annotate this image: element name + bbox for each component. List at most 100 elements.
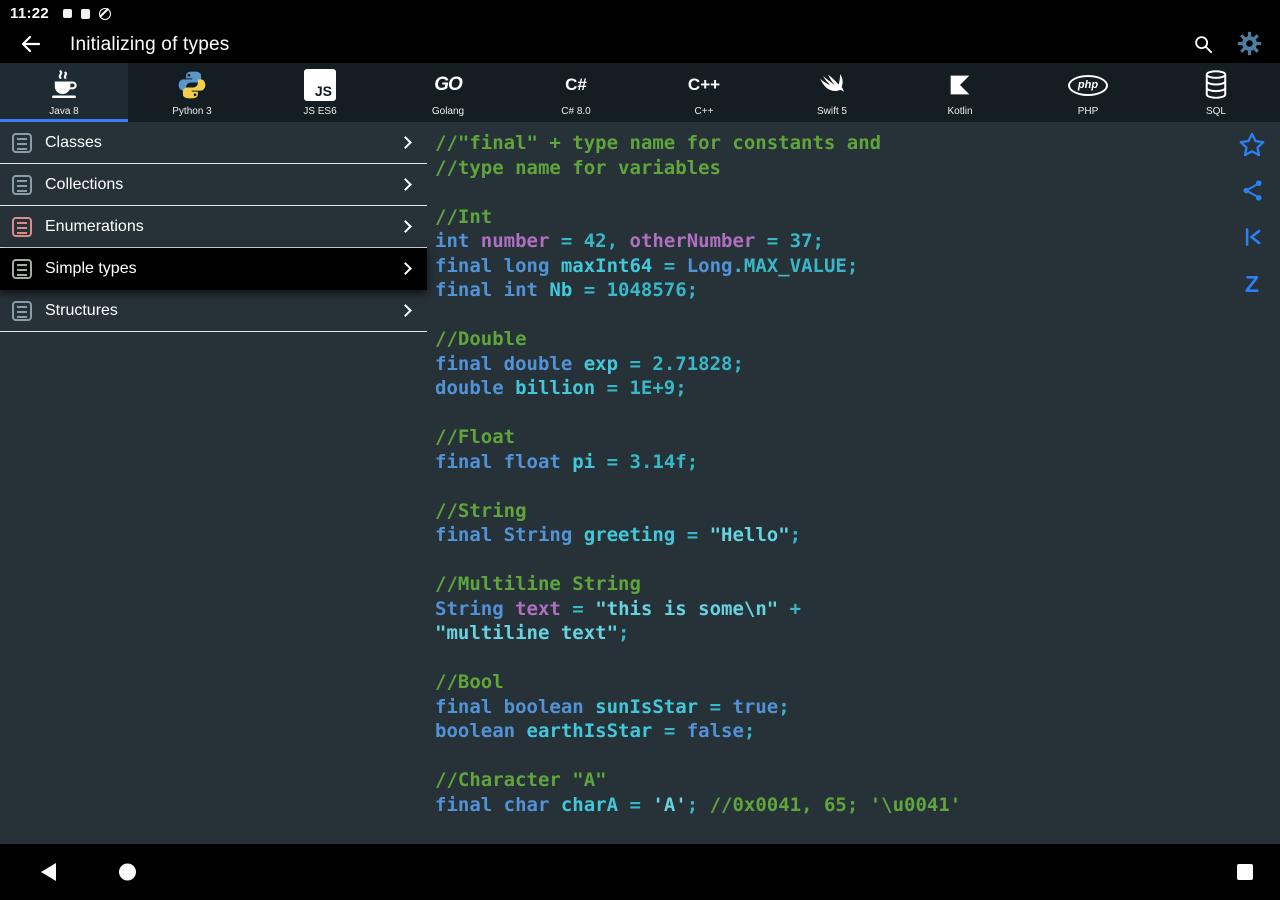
nav-home-icon[interactable] <box>119 863 136 881</box>
content: Classes Collections Enumerations Simple typ… <box>0 122 1280 844</box>
code-line: final boolean sunIsStar = true; <box>435 695 790 718</box>
chevron-right-icon <box>399 220 412 233</box>
tab-label: Kotlin <box>947 106 973 117</box>
code-line: final double exp = 2.71828; <box>435 352 744 375</box>
tab-cpp[interactable]: C++ C++ <box>640 63 768 122</box>
python-icon <box>176 65 208 105</box>
settings-gear-icon <box>1236 30 1263 60</box>
code-line: int number = 42, otherNumber = 37; <box>435 230 824 252</box>
share-icon <box>1240 178 1265 206</box>
chevron-right-icon <box>399 262 412 275</box>
tab-python[interactable]: Python 3 <box>128 63 256 122</box>
sql-icon <box>1201 65 1231 105</box>
golang-icon: GO <box>434 74 463 95</box>
tab-label: Swift 5 <box>816 106 847 117</box>
nav-back-icon[interactable] <box>41 863 56 881</box>
sidebar-item-label: Simple types <box>45 259 137 277</box>
csharp-icon: C# <box>565 75 587 94</box>
tab-sql[interactable]: SQL <box>1152 63 1280 122</box>
sidebar-item-label: Collections <box>45 175 124 193</box>
code-line: //Int <box>435 205 493 228</box>
status-time: 11:22 <box>10 5 50 22</box>
back-arrow-icon <box>19 32 43 59</box>
sidebar-item-classes[interactable]: Classes <box>0 122 427 164</box>
status-bar: 11:22 <box>0 0 1280 27</box>
enumerations-icon <box>12 216 32 237</box>
back-button[interactable] <box>8 27 54 63</box>
collections-icon <box>12 174 32 195</box>
chevron-right-icon <box>399 136 412 149</box>
structures-icon <box>12 300 32 321</box>
app-bar: Initializing of types <box>0 27 1280 63</box>
tab-js[interactable]: JS JS ES6 <box>256 63 384 122</box>
sidebar-item-collections[interactable]: Collections <box>0 164 427 206</box>
tab-kotlin[interactable]: Kotlin <box>896 63 1024 122</box>
code-line: //"final" + type name for constants and <box>435 132 882 154</box>
tab-label: JS ES6 <box>303 106 337 117</box>
java-icon <box>47 65 81 105</box>
android-nav-bar <box>0 844 1280 900</box>
classes-icon <box>12 132 32 153</box>
sidebar-item-simple-types[interactable]: Simple types <box>0 248 427 290</box>
tab-swift[interactable]: Swift 5 <box>768 63 896 122</box>
tab-label: SQL <box>1205 106 1226 117</box>
sidebar-item-structures[interactable]: Structures <box>0 290 427 332</box>
tab-php[interactable]: php PHP <box>1024 63 1152 122</box>
tab-label: PHP <box>1077 106 1099 117</box>
notification-icon-2 <box>81 8 91 19</box>
share-button[interactable] <box>1230 176 1274 208</box>
sidebar-item-label: Structures <box>45 301 118 319</box>
code-line: "multiline text"; <box>435 622 630 644</box>
code-line: //Double <box>435 328 527 350</box>
kotlin-icon <box>946 65 974 105</box>
swift-icon <box>816 65 848 105</box>
app-screen: 11:22 Initializing of types Java 8 Pytho… <box>0 0 1280 900</box>
tab-label: Golang <box>431 106 465 117</box>
notification-icon-1 <box>63 9 73 18</box>
z-icon: Z <box>1244 270 1260 297</box>
code-line: final long maxInt64 = Long.MAX_VALUE; <box>435 254 859 277</box>
settings-button[interactable] <box>1226 27 1272 63</box>
code-line: final String greeting = "Hello"; <box>435 524 802 546</box>
jump-z-button[interactable]: Z <box>1230 268 1274 300</box>
page-title: Initializing of types <box>70 34 230 55</box>
code-line: //type name for variables <box>435 156 721 179</box>
do-not-disturb-icon <box>99 7 112 20</box>
simple-types-icon <box>12 258 32 279</box>
search-button[interactable] <box>1180 27 1226 63</box>
language-tab-bar: Java 8 Python 3 JS JS ES6 GO Golang C# C# 8.0 C+… <box>0 63 1280 122</box>
tab-label: Python 3 <box>172 106 212 117</box>
sidebar-item-label: Enumerations <box>45 217 144 235</box>
code-line: //Character "A" <box>435 769 607 791</box>
php-icon: php <box>1068 65 1108 105</box>
favorite-button[interactable] <box>1230 130 1274 162</box>
skip-previous-icon <box>1239 224 1265 253</box>
tab-java[interactable]: Java 8 <box>0 63 128 122</box>
code-line: //Multiline String <box>435 573 641 595</box>
action-column: Z <box>1230 130 1274 300</box>
chevron-right-icon <box>399 178 412 191</box>
skip-previous-button[interactable] <box>1230 222 1274 254</box>
tab-label: C# 8.0 <box>561 106 591 117</box>
code-line: boolean earthIsStar = false; <box>435 720 756 742</box>
sidebar-item-label: Classes <box>45 133 102 151</box>
tab-csharp[interactable]: C# C# 8.0 <box>512 63 640 122</box>
js-icon: JS <box>304 65 336 105</box>
code-line: final float pi = 3.14f; <box>435 450 699 473</box>
code-line: final char charA = 'A'; //0x0041, 65; '\… <box>435 793 962 816</box>
nav-recents-icon[interactable] <box>1237 864 1253 880</box>
code-viewer[interactable]: //"final" + type name for constants and /… <box>427 122 1280 844</box>
chevron-right-icon <box>399 304 412 317</box>
sidebar-item-enumerations[interactable]: Enumerations <box>0 206 427 248</box>
tab-go[interactable]: GO Golang <box>384 63 512 122</box>
topic-sidebar: Classes Collections Enumerations Simple typ… <box>0 122 427 844</box>
code-line: //Float <box>435 426 516 448</box>
tab-label: C++ <box>694 106 714 117</box>
